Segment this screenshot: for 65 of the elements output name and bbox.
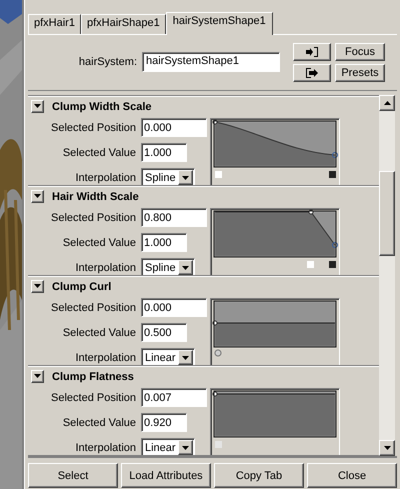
side-button[interactable]: Focus [335, 42, 385, 60]
arrow-out-box-icon [306, 68, 318, 78]
field-label: Selected Position [50, 302, 136, 314]
caret-down-icon [34, 284, 41, 289]
input-connection-button[interactable] [293, 42, 331, 60]
number-field[interactable]: 1.000 [141, 233, 187, 252]
section-title: Clump Width Scale [52, 100, 152, 112]
caret-down-icon [384, 446, 390, 450]
ramp-drawing[interactable] [210, 298, 340, 365]
tab[interactable]: hairSystemShape1 [166, 12, 273, 35]
caret-down-icon [34, 194, 41, 199]
ramp-drawing[interactable] [210, 388, 340, 455]
number-field[interactable]: 0.920 [141, 413, 187, 432]
tab[interactable]: pfxHairShape1 [80, 14, 166, 34]
collapse-toggle[interactable] [31, 100, 44, 113]
node-name-field[interactable]: hairSystemShape1 [142, 52, 280, 72]
collapse-toggle[interactable] [31, 190, 44, 203]
field-label: Selected Position [50, 212, 136, 224]
ramp-drawing[interactable] [210, 208, 340, 275]
collapse-toggle[interactable] [31, 370, 44, 383]
interpolation-dropdown[interactable]: Spline [141, 168, 195, 185]
field-label: Interpolation [74, 172, 136, 184]
collapse-toggle[interactable] [31, 280, 44, 293]
field-label: Selected Position [50, 122, 136, 134]
scroll-down-button[interactable] [379, 440, 395, 456]
action-button[interactable]: Load Attributes [121, 463, 211, 488]
section-title: Clump Curl [52, 280, 112, 292]
action-button[interactable]: Close [307, 463, 397, 488]
field-label: Selected Position [50, 392, 136, 404]
section-title: Clump Flatness [52, 370, 134, 382]
field-label: Interpolation [74, 262, 136, 274]
caret-up-icon [384, 101, 390, 105]
number-field[interactable]: 0.500 [141, 323, 187, 342]
action-button[interactable]: Copy Tab [214, 463, 304, 488]
scroll-up-button[interactable] [379, 95, 395, 111]
number-field[interactable]: 1.000 [141, 143, 187, 162]
field-label: Selected Value [62, 326, 136, 338]
caret-down-icon [182, 266, 189, 270]
section-title: Hair Width Scale [52, 190, 139, 202]
scrollbar[interactable] [379, 95, 395, 456]
field-label: Selected Value [62, 416, 136, 428]
field-label: Selected Value [62, 236, 136, 248]
caret-down-icon [34, 104, 41, 109]
interpolation-dropdown[interactable]: Spline [141, 258, 195, 275]
field-label: hairSystem: [78, 56, 137, 68]
interpolation-dropdown[interactable]: Linear [141, 438, 195, 455]
caret-down-icon [34, 374, 41, 379]
caret-down-icon [182, 356, 189, 360]
scroll-thumb[interactable] [379, 171, 395, 256]
arrow-into-box-icon [306, 46, 318, 56]
ramp-drawing[interactable] [210, 118, 340, 185]
action-button[interactable]: Select [28, 463, 118, 488]
side-button[interactable]: Presets [335, 64, 385, 82]
caret-down-icon [182, 446, 189, 450]
field-label: Selected Value [62, 146, 136, 158]
output-connection-button[interactable] [293, 64, 331, 82]
number-field[interactable]: 0.007 [141, 388, 207, 407]
number-field[interactable]: 0.000 [141, 118, 207, 137]
number-field[interactable]: 0.000 [141, 298, 207, 317]
caret-down-icon [182, 176, 189, 180]
tab[interactable]: pfxHair1 [28, 14, 81, 34]
field-label: Interpolation [74, 442, 136, 454]
interpolation-dropdown[interactable]: Linear [141, 348, 195, 365]
number-field[interactable]: 0.800 [141, 208, 207, 227]
field-label: Interpolation [74, 352, 136, 364]
